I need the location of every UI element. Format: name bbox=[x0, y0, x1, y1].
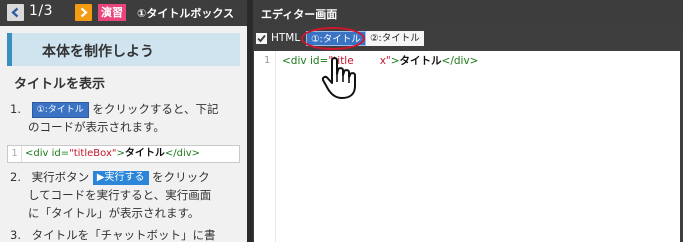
code-tag-close-bracket: > bbox=[116, 148, 125, 159]
mode-badge: 演習 bbox=[98, 4, 126, 21]
step-1: 1. ①:タイトル をクリックすると、下記 bbox=[10, 100, 218, 118]
step-number: 3. bbox=[10, 228, 21, 242]
step-text: 実行ボタン bbox=[31, 170, 90, 184]
tutorial-topbar: 1/3 演習 ①タイトルボックス bbox=[0, 0, 247, 26]
step-2-line-2: してコードを実行すると、実行画面 bbox=[28, 188, 212, 202]
checkmark-icon bbox=[257, 34, 266, 43]
page-counter: 1/3 bbox=[29, 3, 54, 19]
code-text: タイトル bbox=[124, 148, 165, 159]
code-text: タイトル bbox=[399, 55, 442, 67]
tutorial-pane: 1/3 演習 ①タイトルボックス 本体を制作しよう タイトルを表示 1. ①:タ… bbox=[0, 0, 247, 242]
step-subheading: タイトルを表示 bbox=[14, 77, 106, 92]
tab-title-2[interactable]: ②:タイトル bbox=[366, 31, 424, 46]
chevron-left-icon bbox=[11, 7, 19, 18]
section-banner: 本体を制作しよう bbox=[7, 33, 240, 66]
code-tag-open: <div bbox=[25, 148, 52, 159]
step-2-line-3: に「タイトル」が表示されます。 bbox=[28, 206, 200, 220]
code-string-end: x" bbox=[379, 55, 391, 67]
step-text: をクリック bbox=[152, 170, 210, 184]
step-1-line-2: のコードが表示されます。 bbox=[28, 120, 165, 134]
tab-reference-chip: ①:タイトル bbox=[31, 102, 89, 118]
code-tag-close-bracket: > bbox=[390, 55, 400, 67]
step-number: 2. bbox=[10, 170, 21, 184]
editor-pane: エディター画面 HTML ①:タイトル ②:タイトル 1 <div id="ti… bbox=[253, 0, 683, 242]
code-editor[interactable]: 1 <div id="title x">タイトル</div> bbox=[254, 51, 680, 242]
code-line: <div id="title x">タイトル</div> bbox=[282, 54, 478, 68]
line-number: 1 bbox=[264, 55, 271, 66]
line-gutter: 1 bbox=[254, 51, 276, 242]
code-snippet: 1 <div id="titleBox">タイトル</div> bbox=[7, 145, 240, 163]
highlight-ring bbox=[301, 27, 365, 50]
language-label: HTML bbox=[271, 32, 301, 44]
step-text: タイトルを「チャットボット」に書 bbox=[31, 228, 216, 242]
step-number: 1. bbox=[10, 102, 21, 116]
next-page-button[interactable] bbox=[75, 4, 92, 21]
section-title: 本体を制作しよう bbox=[42, 44, 154, 60]
code-tag-close: </div> bbox=[164, 148, 201, 159]
code-string: "titleBox" bbox=[69, 148, 117, 159]
hand-pointer-icon bbox=[321, 57, 356, 99]
editor-titlebar: エディター画面 bbox=[253, 0, 683, 26]
line-number: 1 bbox=[8, 146, 22, 162]
html-toggle-checkbox[interactable] bbox=[256, 33, 267, 44]
prev-page-button[interactable] bbox=[7, 4, 24, 21]
code-tag-close: </div> bbox=[441, 55, 479, 67]
code-attr: id= bbox=[51, 148, 70, 159]
step-text: をクリックすると、下記 bbox=[92, 102, 219, 116]
chevron-right-icon bbox=[80, 7, 88, 18]
editor-title: エディター画面 bbox=[261, 8, 338, 21]
run-button-reference-chip: ▶実行する bbox=[92, 171, 149, 185]
step-3: 3. タイトルを「チャットボット」に書 bbox=[10, 226, 216, 242]
step-2: 2. 実行ボタン ▶実行する をクリック bbox=[10, 168, 210, 186]
code-tag-open: <div bbox=[282, 55, 310, 67]
lesson-title: ①タイトルボックス bbox=[137, 7, 234, 20]
